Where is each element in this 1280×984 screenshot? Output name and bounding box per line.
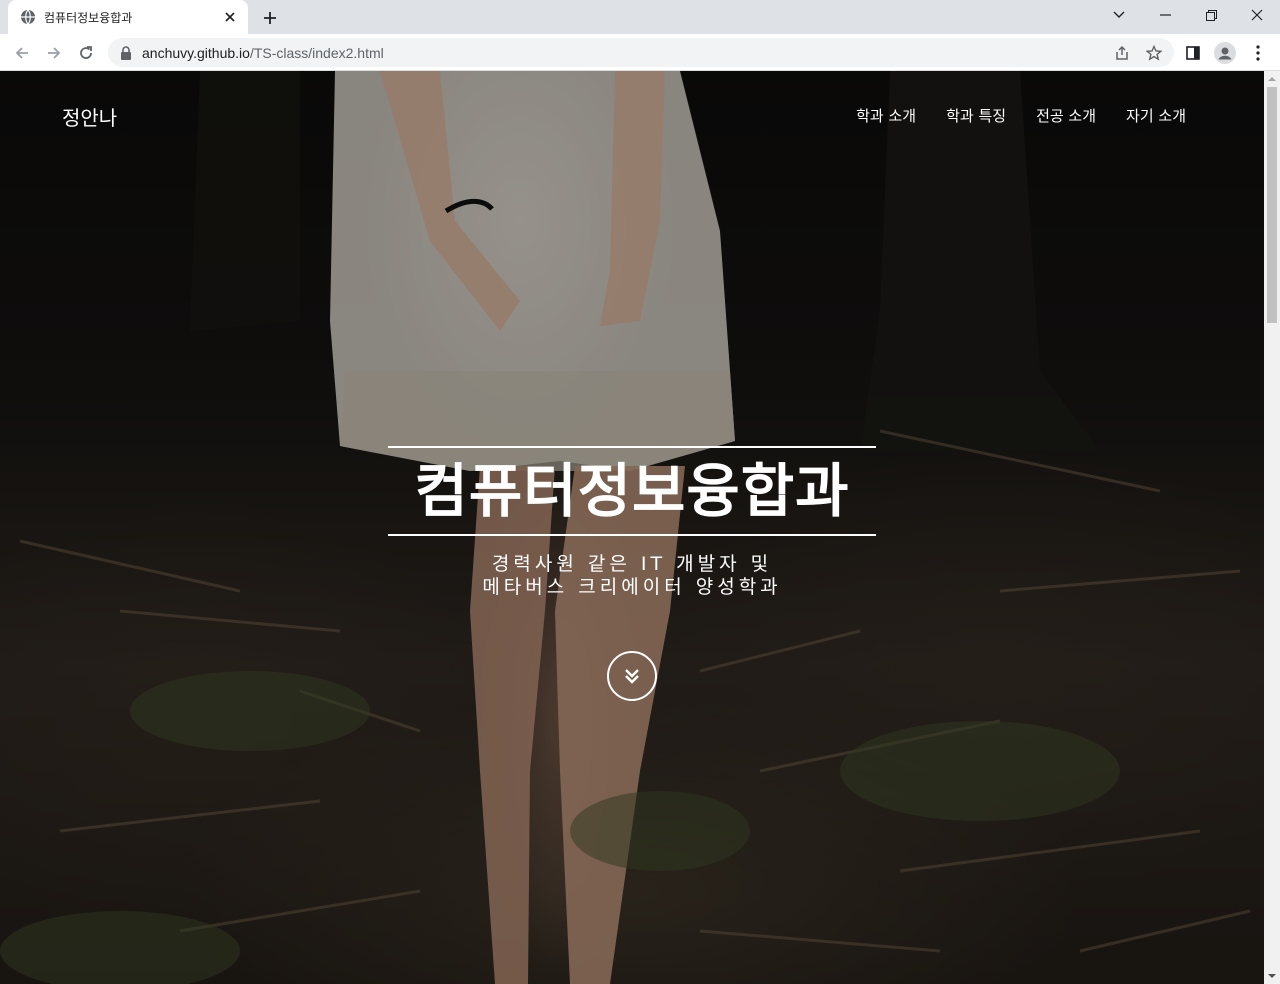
site-brand[interactable]: 정안나 — [62, 102, 117, 131]
page-viewport: 정안나 학과 소개 학과 특징 전공 소개 자기 소개 컴퓨터정보융합과 경력사… — [0, 71, 1264, 984]
nav-link-major-intro[interactable]: 전공 소개 — [1036, 105, 1096, 126]
scrollbar-thumb[interactable] — [1267, 87, 1277, 323]
nav-link-department-features[interactable]: 학과 특징 — [946, 105, 1006, 126]
scroll-down-arrow-icon[interactable] — [1268, 972, 1276, 980]
more-menu-icon[interactable] — [1245, 40, 1271, 66]
profile-avatar-icon[interactable] — [1212, 40, 1238, 66]
address-bar[interactable]: anchuvy.github.io/TS-class/index2.html — [108, 38, 1174, 67]
close-tab-icon[interactable] — [222, 9, 238, 25]
hero-subtitle-line-1: 경력사원 같은 IT 개발자 및 — [491, 553, 773, 575]
reload-button[interactable] — [72, 39, 100, 67]
share-icon[interactable] — [1113, 44, 1131, 62]
restore-button[interactable] — [1188, 0, 1234, 30]
url-host: anchuvy.github.io — [142, 44, 250, 61]
side-panel-icon[interactable] — [1180, 40, 1206, 66]
tab-title: 컴퓨터정보융합과 — [44, 10, 133, 25]
url-text: anchuvy.github.io/TS-class/index2.html — [142, 45, 384, 61]
nav-link-department-intro[interactable]: 학과 소개 — [856, 105, 916, 126]
lock-icon — [121, 45, 131, 60]
page-scrollbar[interactable] — [1264, 71, 1280, 984]
close-window-button[interactable] — [1234, 0, 1280, 30]
double-chevron-down-icon — [625, 669, 639, 684]
minimize-button[interactable] — [1142, 0, 1188, 30]
browser-tab[interactable]: 컴퓨터정보융합과 — [8, 0, 248, 34]
bookmark-star-icon[interactable] — [1145, 44, 1163, 62]
forward-button[interactable] — [40, 39, 68, 67]
main-nav: 학과 소개 학과 특징 전공 소개 자기 소개 — [856, 105, 1186, 126]
back-button[interactable] — [8, 39, 36, 67]
new-tab-button[interactable] — [258, 6, 282, 30]
hero-subtitle-line-2: 메타버스 크리에이터 양성학과 — [482, 576, 782, 598]
nav-link-self-intro[interactable]: 자기 소개 — [1126, 105, 1186, 126]
scroll-down-button[interactable] — [607, 651, 657, 701]
tab-strip: 컴퓨터정보융합과 — [0, 0, 1280, 34]
globe-icon — [21, 9, 35, 25]
url-path: /TS-class/index2.html — [249, 44, 384, 61]
browser-toolbar: anchuvy.github.io/TS-class/index2.html — [0, 34, 1280, 71]
hero-title: 컴퓨터정보융합과 — [388, 446, 876, 536]
tab-search-icon[interactable] — [1096, 0, 1142, 30]
scroll-up-arrow-icon[interactable] — [1268, 75, 1276, 83]
hero-subtitle: 경력사원 같은 IT 개발자 및 메타버스 크리에이터 양성학과 — [332, 553, 932, 599]
